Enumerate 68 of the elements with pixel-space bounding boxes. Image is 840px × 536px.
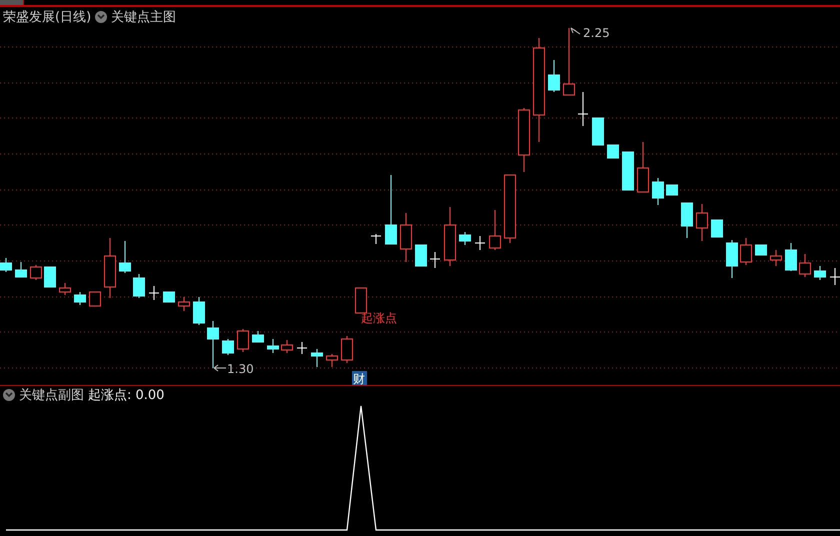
candlestick [518,108,530,172]
candlestick [148,286,160,300]
candlestick [89,292,101,306]
candlestick [311,348,323,368]
candlestick [814,266,826,280]
candlestick [830,268,840,286]
candlestick [622,152,634,190]
candlestick [267,338,279,354]
candlestick [637,142,649,192]
high-price-label: 2.25 [583,26,610,40]
candlestick [489,210,501,250]
dropdown-icon[interactable] [95,10,108,22]
candlestick [281,340,293,354]
candlestick [341,336,353,364]
candlestick [237,328,249,352]
candlestick [592,118,604,146]
sub-indicator-name: 关键点副图 [19,386,84,404]
candlestick [444,206,456,266]
candlestick [119,240,131,274]
dropdown-icon[interactable] [3,388,15,400]
candlestick [504,174,516,244]
candlestick [770,250,782,266]
candlestick [726,240,738,278]
candlestick [666,184,678,196]
arrow-icon [570,28,580,34]
candlestick [755,244,767,256]
candlestick [178,296,190,312]
candlestick [104,238,116,298]
candlestick [370,234,382,244]
candlestick [681,202,693,238]
candlestick [607,144,619,158]
candlestick [252,330,264,342]
candlestick [326,354,338,368]
candlestick [652,178,664,206]
candlestick [400,212,412,262]
finance-badge[interactable]: 财 [352,371,367,385]
candlestick [74,292,86,306]
candlestick [355,288,367,314]
candlestick [711,220,723,238]
candlestick [133,274,145,298]
candlestick [459,232,471,246]
candlestick [193,296,205,326]
candlestick [0,258,12,272]
candlestick [415,244,427,266]
candlestick [548,60,560,92]
candlestick [578,92,588,126]
arrow-icon [214,364,226,372]
candlestick [474,236,486,250]
candlestick [296,342,308,354]
candlestick [222,338,234,356]
candlestick [430,252,440,268]
candlestick [563,28,575,96]
candlestick [207,320,219,368]
low-price-label: 1.30 [227,362,254,376]
indicator-reading: 起涨点: 0.00 [88,386,164,404]
candlestick [15,262,27,278]
candlestick [696,204,708,242]
candlestick [799,254,811,278]
stock-title: 荣盛发展(日线) [3,8,92,26]
candlestick [385,174,397,244]
indicator-name: 关键点主图 [111,8,176,26]
signal-label: 起涨点 [361,311,397,325]
candlestick [785,242,797,272]
candlestick [163,292,175,302]
candlestick [30,264,42,280]
candlestick [740,238,752,266]
candlestick [59,282,71,296]
candlestick [44,266,56,288]
